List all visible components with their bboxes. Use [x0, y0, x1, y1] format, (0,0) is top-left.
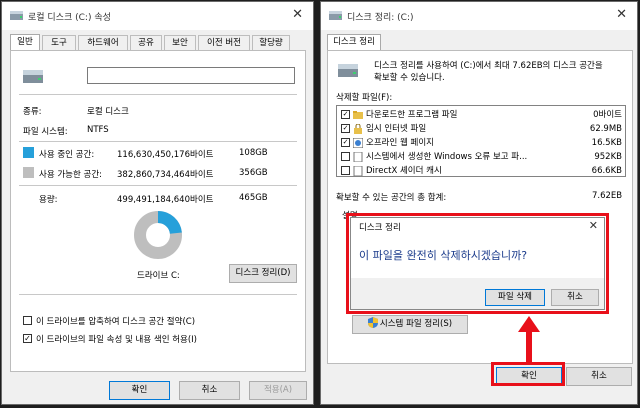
dialog-highlight-box: [346, 213, 609, 314]
free-bytes: 382,860,734,464바이트: [117, 170, 214, 180]
fs-label: 파일 시스템:: [23, 127, 68, 137]
web-page-icon: [353, 138, 363, 148]
type-label: 종류:: [23, 107, 42, 117]
file-name: 시스템에서 생성한 Windows 오류 보고 파...: [366, 152, 528, 162]
drive-icon: [329, 11, 342, 20]
fs-value: NTFS: [87, 125, 109, 135]
type-value: 로컬 디스크: [87, 107, 129, 117]
disk-cleanup-button[interactable]: 디스크 정리(D): [229, 264, 297, 283]
files-to-delete-label: 삭제할 파일(F):: [336, 93, 393, 103]
cleanup-title: 디스크 정리: (C:): [347, 13, 414, 23]
file-size: 0바이트: [593, 110, 622, 120]
capacity-bytes: 499,491,184,640바이트: [117, 195, 214, 205]
files-list[interactable]: ✓ 다운로드한 프로그램 파일 0바이트 ✓ 임시 인터넷 파일 62.9MB …: [336, 105, 626, 177]
tab-tools[interactable]: 도구: [42, 35, 76, 50]
tab-previous-versions[interactable]: 이전 버전: [198, 35, 250, 50]
cleanup-panel: 디스크 정리를 사용하여 (C:)에서 최대 7.62EB의 디스크 공간을 확…: [327, 50, 633, 364]
drive-icon: [10, 11, 23, 20]
file-size: 62.9MB: [589, 124, 622, 134]
free-gb: 356GB: [239, 168, 268, 178]
close-icon[interactable]: ✕: [292, 8, 303, 21]
system-cleanup-label: 시스템 파일 정리(S): [379, 319, 453, 329]
tab-disk-cleanup[interactable]: 디스크 정리: [327, 34, 381, 51]
used-color-swatch: [23, 147, 34, 158]
cleanup-title-bar[interactable]: 디스크 정리: (C:) ✕: [321, 2, 637, 30]
used-gb: 108GB: [239, 148, 268, 158]
apply-button[interactable]: 적용(A): [249, 381, 307, 400]
properties-window: 로컬 디스크 (C:) 속성 ✕ 일반 도구 하드웨어 공유 보안 이전 버전 …: [1, 1, 314, 405]
ok-button-highlight-box: [491, 362, 565, 386]
file-name: 오프라인 웹 페이지: [366, 138, 434, 148]
file-name: 다운로드한 프로그램 파일: [366, 110, 458, 120]
total-value: 7.62EB: [592, 191, 623, 201]
general-panel: 종류: 로컬 디스크 파일 시스템: NTFS 사용 중인 공간: 116,63…: [10, 50, 306, 372]
drive-large-icon: [23, 70, 43, 83]
ok-button[interactable]: 확인: [109, 381, 170, 400]
description-line-1: 디스크 정리를 사용하여 (C:)에서 최대 7.62EB의 디스크 공간을: [374, 61, 603, 71]
drive-large-icon: [338, 64, 358, 77]
index-checkbox[interactable]: ✓: [23, 334, 32, 343]
drive-name-input[interactable]: [87, 67, 295, 84]
list-item[interactable]: 시스템에서 생성한 Windows 오류 보고 파... 952KB: [338, 151, 624, 163]
divider: [19, 185, 297, 186]
index-label: 이 드라이브의 파일 속성 및 내용 색인 허용(I): [36, 335, 197, 345]
file-name: 임시 인터넷 파일: [366, 124, 427, 134]
used-label: 사용 중인 공간:: [39, 150, 95, 160]
file-size: 16.5KB: [591, 138, 622, 148]
file-checkbox[interactable]: [341, 152, 350, 161]
list-item[interactable]: ✓ 다운로드한 프로그램 파일 0바이트: [338, 109, 624, 121]
capacity-label: 용량:: [39, 195, 58, 205]
capacity-gb: 465GB: [239, 193, 268, 203]
lock-icon: [354, 124, 362, 134]
list-item[interactable]: ✓ 임시 인터넷 파일 62.9MB: [338, 123, 624, 135]
total-label: 확보할 수 있는 공간의 총 합계:: [336, 193, 447, 203]
tab-security[interactable]: 보안: [164, 35, 196, 50]
usage-donut-chart: [134, 211, 182, 259]
shield-icon: [367, 317, 378, 328]
tab-general[interactable]: 일반: [10, 34, 40, 51]
file-checkbox[interactable]: [341, 166, 350, 175]
list-item[interactable]: ✓ 오프라인 웹 페이지 16.5KB: [338, 137, 624, 149]
divider: [19, 141, 297, 142]
file-size: 66.6KB: [591, 166, 622, 176]
divider: [19, 94, 297, 95]
list-item[interactable]: DirectX 셰이더 캐시 66.6KB: [338, 165, 624, 176]
divider: [19, 294, 297, 295]
document-icon: [353, 166, 363, 176]
drive-label: 드라이브 C:: [137, 271, 180, 281]
close-icon[interactable]: ✕: [616, 8, 627, 21]
folder-icon: [353, 111, 363, 119]
system-cleanup-button[interactable]: 시스템 파일 정리(S): [352, 315, 468, 334]
cancel-button[interactable]: 취소: [566, 367, 632, 386]
document-icon: [353, 152, 363, 162]
file-name: DirectX 셰이더 캐시: [366, 166, 442, 176]
file-size: 952KB: [594, 152, 622, 162]
properties-title-bar[interactable]: 로컬 디스크 (C:) 속성 ✕: [2, 2, 313, 30]
compress-checkbox[interactable]: [23, 316, 32, 325]
used-bytes: 116,630,450,176바이트: [117, 150, 214, 160]
file-checkbox[interactable]: ✓: [341, 124, 350, 133]
up-arrow-icon: [518, 316, 540, 362]
file-checkbox[interactable]: ✓: [341, 110, 350, 119]
properties-title: 로컬 디스크 (C:) 속성: [28, 13, 111, 23]
disk-cleanup-window: 디스크 정리: (C:) ✕ 디스크 정리 디스크 정리를 사용하여 (C:)에…: [320, 1, 638, 405]
tab-quota[interactable]: 할당량: [252, 35, 290, 50]
compress-label: 이 드라이브를 압축하여 디스크 공간 절약(C): [36, 317, 196, 327]
tab-sharing[interactable]: 공유: [130, 35, 162, 50]
free-label: 사용 가능한 공간:: [39, 170, 103, 180]
file-checkbox[interactable]: ✓: [341, 138, 350, 147]
tab-hardware[interactable]: 하드웨어: [78, 35, 128, 50]
description-line-2: 확보할 수 있습니다.: [374, 73, 445, 83]
cancel-button[interactable]: 취소: [179, 381, 240, 400]
free-color-swatch: [23, 167, 34, 178]
